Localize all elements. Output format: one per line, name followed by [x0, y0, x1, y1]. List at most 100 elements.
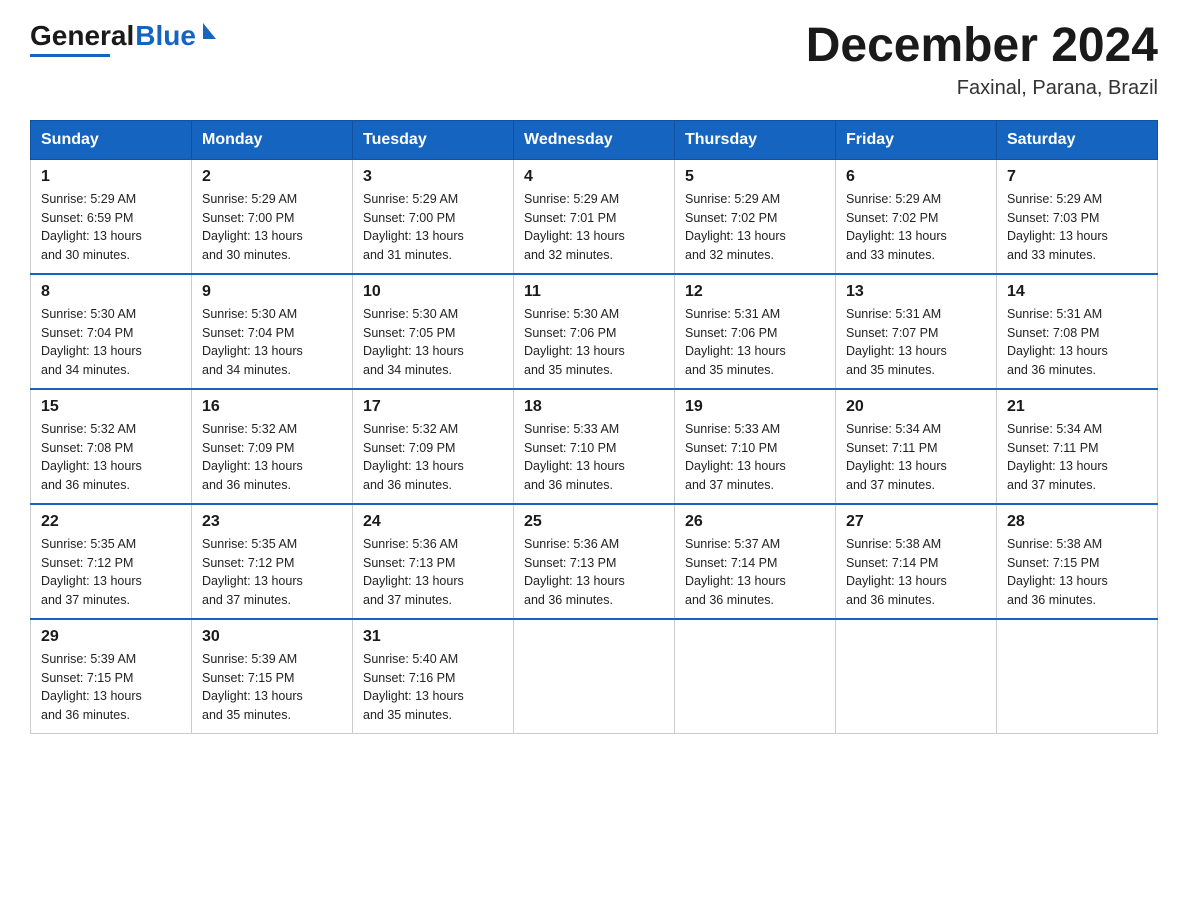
day-number: 18 — [524, 398, 664, 416]
day-number: 21 — [1007, 398, 1147, 416]
calendar-cell: 14Sunrise: 5:31 AMSunset: 7:08 PMDayligh… — [997, 274, 1158, 389]
logo-general-text: General — [30, 20, 134, 52]
day-number: 23 — [202, 513, 342, 531]
day-number: 4 — [524, 168, 664, 186]
day-number: 31 — [363, 628, 503, 646]
calendar-cell: 16 Sunrise: 5:32 AMSunset: 7:09 PMDayligh… — [192, 389, 353, 504]
day-info: Sunrise: 5:37 AMSunset: 7:14 PMDaylight:… — [685, 537, 786, 607]
calendar-cell — [836, 619, 997, 734]
day-info: Sunrise: 5:35 AMSunset: 7:12 PMDaylight:… — [202, 537, 303, 607]
calendar-cell: 9 Sunrise: 5:30 AMSunset: 7:04 PMDaylight… — [192, 274, 353, 389]
calendar-table: SundayMondayTuesdayWednesdayThursdayFrid… — [30, 120, 1158, 734]
day-number: 12 — [685, 283, 825, 301]
day-info: Sunrise: 5:29 AMSunset: 7:00 PMDaylight:… — [363, 192, 464, 262]
day-info: Sunrise: 5:31 AMSunset: 7:06 PMDaylight:… — [685, 307, 786, 377]
day-info: Sunrise: 5:33 AMSunset: 7:10 PMDaylight:… — [685, 422, 786, 492]
day-info: Sunrise: 5:29 AMSunset: 7:01 PMDaylight:… — [524, 192, 625, 262]
calendar-cell: 29 Sunrise: 5:39 AMSunset: 7:15 PMDayligh… — [31, 619, 192, 734]
calendar-cell: 12 Sunrise: 5:31 AMSunset: 7:06 PMDayligh… — [675, 274, 836, 389]
calendar-cell — [514, 619, 675, 734]
day-number: 30 — [202, 628, 342, 646]
calendar-cell: 17Sunrise: 5:32 AMSunset: 7:09 PMDayligh… — [353, 389, 514, 504]
calendar-cell: 8Sunrise: 5:30 AMSunset: 7:04 PMDaylight… — [31, 274, 192, 389]
day-info: Sunrise: 5:36 AMSunset: 7:13 PMDaylight:… — [363, 537, 464, 607]
calendar-cell: 4 Sunrise: 5:29 AMSunset: 7:01 PMDaylight… — [514, 159, 675, 274]
calendar-cell: 31 Sunrise: 5:40 AMSunset: 7:16 PMDayligh… — [353, 619, 514, 734]
calendar-cell: 7Sunrise: 5:29 AMSunset: 7:03 PMDaylight… — [997, 159, 1158, 274]
day-info: Sunrise: 5:30 AMSunset: 7:06 PMDaylight:… — [524, 307, 625, 377]
col-header-friday: Friday — [836, 120, 997, 159]
day-number: 1 — [41, 168, 181, 186]
day-info: Sunrise: 5:31 AMSunset: 7:07 PMDaylight:… — [846, 307, 947, 377]
calendar-cell: 5 Sunrise: 5:29 AMSunset: 7:02 PMDaylight… — [675, 159, 836, 274]
day-number: 2 — [202, 168, 342, 186]
col-header-tuesday: Tuesday — [353, 120, 514, 159]
day-info: Sunrise: 5:38 AMSunset: 7:15 PMDaylight:… — [1007, 537, 1108, 607]
day-info: Sunrise: 5:40 AMSunset: 7:16 PMDaylight:… — [363, 652, 464, 722]
day-number: 16 — [202, 398, 342, 416]
day-number: 9 — [202, 283, 342, 301]
day-number: 5 — [685, 168, 825, 186]
day-info: Sunrise: 5:30 AMSunset: 7:04 PMDaylight:… — [202, 307, 303, 377]
calendar-cell: 3 Sunrise: 5:29 AMSunset: 7:00 PMDaylight… — [353, 159, 514, 274]
day-number: 22 — [41, 513, 181, 531]
day-number: 29 — [41, 628, 181, 646]
logo: General Blue — [30, 20, 216, 57]
calendar-cell: 23 Sunrise: 5:35 AMSunset: 7:12 PMDayligh… — [192, 504, 353, 619]
calendar-cell: 19 Sunrise: 5:33 AMSunset: 7:10 PMDayligh… — [675, 389, 836, 504]
calendar-week-row: 29 Sunrise: 5:39 AMSunset: 7:15 PMDayligh… — [31, 619, 1158, 734]
day-info: Sunrise: 5:32 AMSunset: 7:09 PMDaylight:… — [202, 422, 303, 492]
col-header-monday: Monday — [192, 120, 353, 159]
day-info: Sunrise: 5:34 AMSunset: 7:11 PMDaylight:… — [846, 422, 947, 492]
day-number: 17 — [363, 398, 503, 416]
day-info: Sunrise: 5:32 AMSunset: 7:08 PMDaylight:… — [41, 422, 142, 492]
col-header-sunday: Sunday — [31, 120, 192, 159]
day-number: 3 — [363, 168, 503, 186]
calendar-week-row: 1 Sunrise: 5:29 AMSunset: 6:59 PMDaylight… — [31, 159, 1158, 274]
day-info: Sunrise: 5:36 AMSunset: 7:13 PMDaylight:… — [524, 537, 625, 607]
title-block: December 2024 Faxinal, Parana, Brazil — [806, 20, 1158, 100]
day-info: Sunrise: 5:29 AMSunset: 7:02 PMDaylight:… — [846, 192, 947, 262]
day-number: 10 — [363, 283, 503, 301]
calendar-week-row: 8Sunrise: 5:30 AMSunset: 7:04 PMDaylight… — [31, 274, 1158, 389]
calendar-week-row: 15Sunrise: 5:32 AMSunset: 7:08 PMDayligh… — [31, 389, 1158, 504]
page-header: General Blue December 2024 Faxinal, Para… — [30, 20, 1158, 100]
day-number: 6 — [846, 168, 986, 186]
calendar-subtitle: Faxinal, Parana, Brazil — [806, 77, 1158, 100]
calendar-cell: 15Sunrise: 5:32 AMSunset: 7:08 PMDayligh… — [31, 389, 192, 504]
day-number: 11 — [524, 283, 664, 301]
calendar-cell: 2 Sunrise: 5:29 AMSunset: 7:00 PMDaylight… — [192, 159, 353, 274]
col-header-saturday: Saturday — [997, 120, 1158, 159]
day-info: Sunrise: 5:35 AMSunset: 7:12 PMDaylight:… — [41, 537, 142, 607]
calendar-cell: 27Sunrise: 5:38 AMSunset: 7:14 PMDayligh… — [836, 504, 997, 619]
logo-arrow-icon — [203, 23, 216, 39]
day-info: Sunrise: 5:30 AMSunset: 7:05 PMDaylight:… — [363, 307, 464, 377]
calendar-cell: 13 Sunrise: 5:31 AMSunset: 7:07 PMDayligh… — [836, 274, 997, 389]
day-info: Sunrise: 5:29 AMSunset: 7:02 PMDaylight:… — [685, 192, 786, 262]
day-number: 20 — [846, 398, 986, 416]
calendar-cell: 22 Sunrise: 5:35 AMSunset: 7:12 PMDayligh… — [31, 504, 192, 619]
calendar-title: December 2024 — [806, 20, 1158, 73]
calendar-cell — [997, 619, 1158, 734]
calendar-cell: 21Sunrise: 5:34 AMSunset: 7:11 PMDayligh… — [997, 389, 1158, 504]
day-info: Sunrise: 5:29 AMSunset: 7:03 PMDaylight:… — [1007, 192, 1108, 262]
calendar-cell: 26Sunrise: 5:37 AMSunset: 7:14 PMDayligh… — [675, 504, 836, 619]
calendar-cell: 1 Sunrise: 5:29 AMSunset: 6:59 PMDaylight… — [31, 159, 192, 274]
calendar-cell — [675, 619, 836, 734]
col-header-wednesday: Wednesday — [514, 120, 675, 159]
calendar-cell: 11 Sunrise: 5:30 AMSunset: 7:06 PMDayligh… — [514, 274, 675, 389]
day-info: Sunrise: 5:39 AMSunset: 7:15 PMDaylight:… — [202, 652, 303, 722]
day-info: Sunrise: 5:33 AMSunset: 7:10 PMDaylight:… — [524, 422, 625, 492]
day-info: Sunrise: 5:39 AMSunset: 7:15 PMDaylight:… — [41, 652, 142, 722]
day-info: Sunrise: 5:29 AMSunset: 6:59 PMDaylight:… — [41, 192, 142, 262]
day-number: 13 — [846, 283, 986, 301]
calendar-cell: 25Sunrise: 5:36 AMSunset: 7:13 PMDayligh… — [514, 504, 675, 619]
logo-blue-text: Blue — [135, 20, 196, 51]
calendar-cell: 6 Sunrise: 5:29 AMSunset: 7:02 PMDaylight… — [836, 159, 997, 274]
day-number: 27 — [846, 513, 986, 531]
calendar-cell: 10 Sunrise: 5:30 AMSunset: 7:05 PMDayligh… — [353, 274, 514, 389]
day-info: Sunrise: 5:30 AMSunset: 7:04 PMDaylight:… — [41, 307, 142, 377]
day-info: Sunrise: 5:29 AMSunset: 7:00 PMDaylight:… — [202, 192, 303, 262]
day-info: Sunrise: 5:31 AMSunset: 7:08 PMDaylight:… — [1007, 307, 1108, 377]
day-number: 19 — [685, 398, 825, 416]
